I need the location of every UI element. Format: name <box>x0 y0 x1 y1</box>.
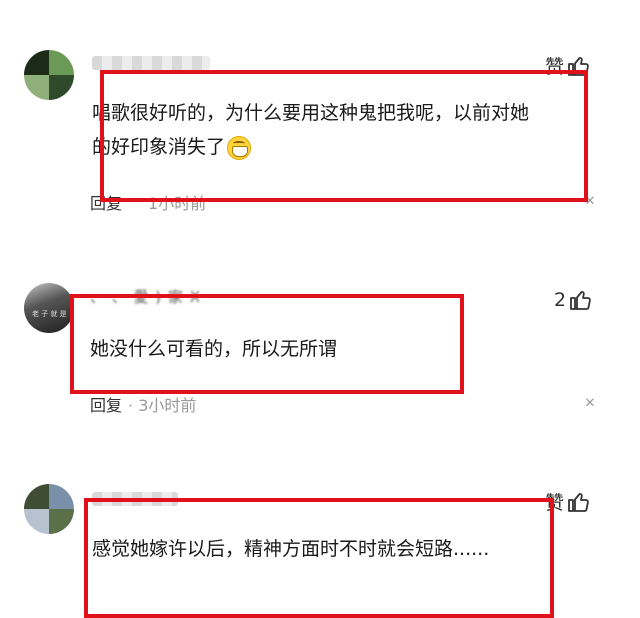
reply-link[interactable]: 回复 <box>90 396 122 415</box>
like-button[interactable]: 2 <box>554 288 593 312</box>
comment-3: 赞 感觉她嫁许以后，精神方面时不时就会短路...... <box>0 440 640 618</box>
highlight-box <box>100 70 588 202</box>
close-icon[interactable]: ✕ <box>584 397 596 410</box>
comment-time: · 3小时前 <box>128 396 197 415</box>
highlight-box <box>84 498 554 618</box>
avatar[interactable] <box>24 50 74 100</box>
highlight-box <box>70 294 464 394</box>
comment-meta: 回复 · 3小时前 <box>90 392 196 416</box>
avatar[interactable] <box>24 484 74 534</box>
thumbs-up-icon <box>568 492 589 512</box>
username-redacted <box>92 56 210 70</box>
comment-2: 老 子 就 是 、 、 愛 ) 家 X 2 她没什么可看的，所以无所谓 回复 · … <box>0 240 640 440</box>
thumbs-up-icon <box>570 291 591 310</box>
avatar[interactable]: 老 子 就 是 <box>24 283 74 333</box>
avatar-text: 老 子 就 是 <box>32 310 67 318</box>
like-count: 2 <box>554 289 567 311</box>
comment-1: 赞 唱歌很好听的，为什么要用这种鬼把我呢，以前对她 的好印象消失了 回复 1小时前… <box>0 0 640 240</box>
